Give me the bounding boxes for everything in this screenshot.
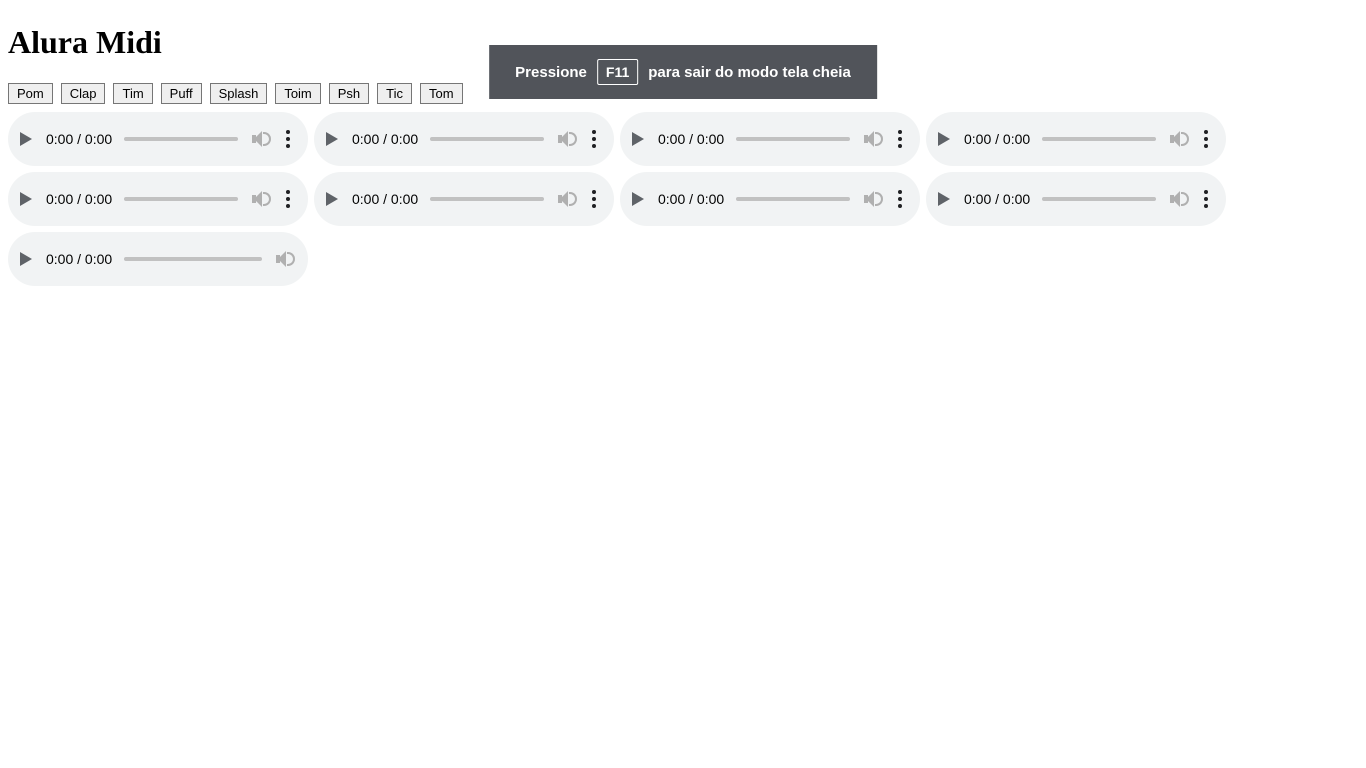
audio-player: 0:00 / 0:00 xyxy=(8,172,308,226)
volume-icon[interactable] xyxy=(276,250,294,268)
kebab-menu-icon[interactable] xyxy=(894,130,906,148)
audio-progress-slider[interactable] xyxy=(124,137,238,141)
audio-progress-slider[interactable] xyxy=(430,137,544,141)
play-icon[interactable] xyxy=(632,132,644,146)
audio-time-display: 0:00 / 0:00 xyxy=(352,191,418,207)
sound-button-clap[interactable]: Clap xyxy=(61,83,106,104)
play-icon[interactable] xyxy=(632,192,644,206)
audio-progress-slider[interactable] xyxy=(124,257,262,261)
audio-progress-slider[interactable] xyxy=(1042,197,1156,201)
audio-player: 0:00 / 0:00 xyxy=(314,172,614,226)
sound-button-toim[interactable]: Toim xyxy=(275,83,320,104)
kebab-menu-icon[interactable] xyxy=(588,130,600,148)
audio-time-display: 0:00 / 0:00 xyxy=(964,191,1030,207)
play-icon[interactable] xyxy=(938,132,950,146)
sound-button-puff[interactable]: Puff xyxy=(161,83,202,104)
audio-progress-slider[interactable] xyxy=(430,197,544,201)
audio-progress-slider[interactable] xyxy=(736,137,850,141)
audio-player: 0:00 / 0:00 xyxy=(926,112,1226,166)
play-icon[interactable] xyxy=(326,192,338,206)
audio-player: 0:00 / 0:00 xyxy=(8,112,308,166)
audio-player: 0:00 / 0:00 xyxy=(8,232,308,286)
play-icon[interactable] xyxy=(326,132,338,146)
audio-player: 0:00 / 0:00 xyxy=(620,112,920,166)
sound-button-tim[interactable]: Tim xyxy=(113,83,152,104)
kebab-menu-icon[interactable] xyxy=(1200,130,1212,148)
audio-player: 0:00 / 0:00 xyxy=(314,112,614,166)
kebab-menu-icon[interactable] xyxy=(1200,190,1212,208)
kebab-menu-icon[interactable] xyxy=(282,190,294,208)
toast-text-before: Pressione xyxy=(515,64,587,81)
kebab-menu-icon[interactable] xyxy=(282,130,294,148)
audio-time-display: 0:00 / 0:00 xyxy=(964,131,1030,147)
sound-button-tic[interactable]: Tic xyxy=(377,83,412,104)
volume-icon[interactable] xyxy=(864,130,882,148)
kebab-menu-icon[interactable] xyxy=(894,190,906,208)
volume-icon[interactable] xyxy=(558,190,576,208)
sound-button-splash[interactable]: Splash xyxy=(210,83,268,104)
volume-icon[interactable] xyxy=(252,130,270,148)
volume-icon[interactable] xyxy=(558,130,576,148)
volume-icon[interactable] xyxy=(1170,190,1188,208)
play-icon[interactable] xyxy=(20,252,32,266)
key-badge-f11: F11 xyxy=(597,59,638,85)
play-icon[interactable] xyxy=(20,132,32,146)
volume-icon[interactable] xyxy=(252,190,270,208)
audio-time-display: 0:00 / 0:00 xyxy=(658,191,724,207)
play-icon[interactable] xyxy=(20,192,32,206)
audio-time-display: 0:00 / 0:00 xyxy=(46,131,112,147)
sound-button-pom[interactable]: Pom xyxy=(8,83,53,104)
sound-button-tom[interactable]: Tom xyxy=(420,83,463,104)
audio-time-display: 0:00 / 0:00 xyxy=(46,191,112,207)
toast-text-after: para sair do modo tela cheia xyxy=(648,64,851,81)
audio-time-display: 0:00 / 0:00 xyxy=(46,251,112,267)
kebab-menu-icon[interactable] xyxy=(588,190,600,208)
audio-progress-slider[interactable] xyxy=(1042,137,1156,141)
audio-progress-slider[interactable] xyxy=(124,197,238,201)
audio-player: 0:00 / 0:00 xyxy=(926,172,1226,226)
audio-player: 0:00 / 0:00 xyxy=(620,172,920,226)
audio-player-grid: 0:00 / 0:00 0:00 / 0:00 0:00 / 0:00 0:00 / … xyxy=(8,112,1358,286)
play-icon[interactable] xyxy=(938,192,950,206)
audio-time-display: 0:00 / 0:00 xyxy=(352,131,418,147)
volume-icon[interactable] xyxy=(1170,130,1188,148)
audio-time-display: 0:00 / 0:00 xyxy=(658,131,724,147)
fullscreen-exit-toast: Pressione F11 para sair do modo tela che… xyxy=(489,45,877,99)
sound-button-psh[interactable]: Psh xyxy=(329,83,369,104)
audio-progress-slider[interactable] xyxy=(736,197,850,201)
volume-icon[interactable] xyxy=(864,190,882,208)
